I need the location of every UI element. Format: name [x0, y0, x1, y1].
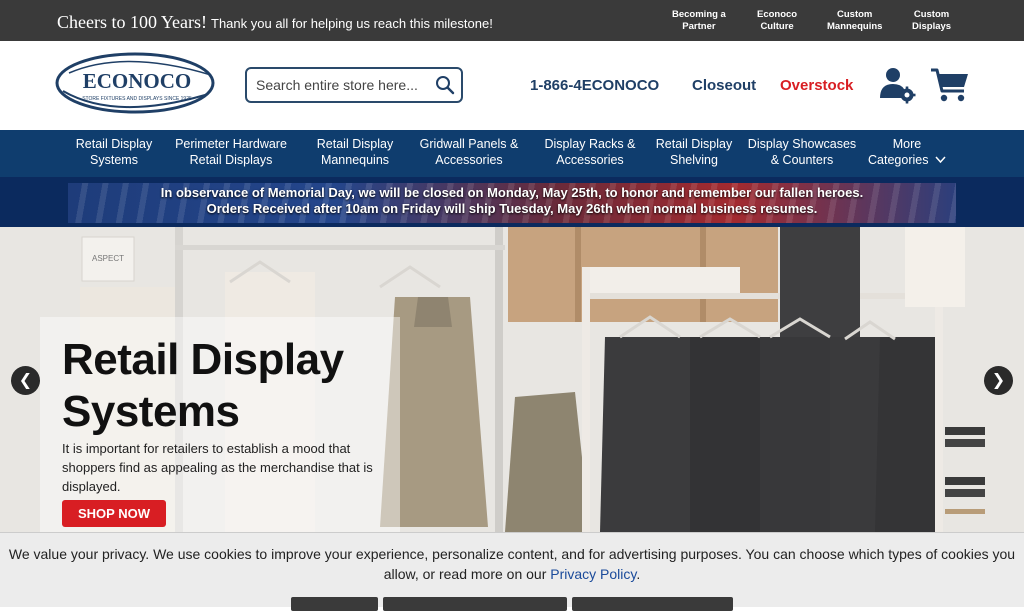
top-link-culture[interactable]: Econoco Culture	[757, 9, 797, 33]
logo-wordmark: ECONOCO	[83, 69, 192, 93]
nav-label: Retail Display	[316, 137, 394, 151]
holiday-closure-banner: In observance of Memorial Day, we will b…	[0, 177, 1024, 227]
site-header: ECONOCO STORE FIXTURES AND DISPLAYS SINC…	[0, 41, 1024, 130]
search-input[interactable]	[256, 75, 436, 95]
announcement-bar: Cheers to 100 Years! Thank you all for he…	[0, 0, 1024, 41]
top-link-partner-line2: Partner	[682, 21, 716, 32]
top-link-custom-mannequins[interactable]: Custom Mannequins	[827, 9, 882, 33]
logo-swoosh-graphic: ECONOCO STORE FIXTURES AND DISPLAYS SINC…	[55, 52, 215, 114]
nav-label: Accessories	[556, 153, 624, 167]
nav-mannequins[interactable]: Retail Display Mannequins	[312, 136, 398, 168]
nav-label: Display Showcases	[747, 137, 857, 151]
nav-label: Retail Displays	[189, 153, 273, 167]
top-link-culture-line1: Econoco	[757, 9, 798, 20]
top-link-mannequins-line2: Mannequins	[827, 21, 883, 32]
top-link-custom-displays[interactable]: Custom Displays	[912, 9, 951, 33]
nav-showcases-counters[interactable]: Display Showcases & Counters	[742, 136, 862, 168]
nav-label: More	[892, 137, 922, 151]
cookie-button-2[interactable]	[383, 597, 567, 611]
privacy-policy-link[interactable]: Privacy Policy	[550, 566, 636, 582]
hero-carousel: ASPECT Retail Display Systems It is impo…	[0, 227, 1024, 532]
cookie-button-3[interactable]	[572, 597, 733, 611]
nav-retail-display-systems[interactable]: Retail Display Systems	[72, 136, 156, 168]
nav-label: Retail Display	[655, 137, 733, 151]
cookie-button-1[interactable]	[291, 597, 378, 611]
top-link-mannequins-line1: Custom	[837, 9, 873, 20]
econoco-logo[interactable]: ECONOCO STORE FIXTURES AND DISPLAYS SINC…	[55, 51, 217, 115]
chevron-down-icon	[935, 156, 946, 164]
nav-label: Systems	[90, 153, 138, 167]
top-link-partner-line1: Becoming a	[672, 9, 726, 20]
search-box	[245, 67, 463, 103]
nav-label: Retail Display	[75, 137, 153, 151]
shop-now-button[interactable]: SHOP NOW	[62, 500, 166, 527]
holiday-notice-line2: Orders Received after 10am on Friday wil…	[206, 201, 818, 216]
logo-tagline: STORE FIXTURES AND DISPLAYS SINCE 1925	[82, 96, 192, 102]
carousel-next-arrow-icon[interactable]: ❯	[984, 366, 1013, 395]
nav-shelving[interactable]: Retail Display Shelving	[650, 136, 738, 168]
nav-label: Mannequins	[320, 153, 390, 167]
overstock-link[interactable]: Overstock	[780, 77, 853, 94]
nav-label: Display Racks &	[544, 137, 636, 151]
cookie-message-period: .	[636, 566, 641, 582]
nav-label: Shelving	[670, 153, 718, 167]
nav-label: Gridwall Panels &	[419, 137, 519, 151]
nav-more-categories[interactable]: More Categories	[862, 136, 952, 168]
hero-title-line1: Retail Display	[62, 335, 344, 384]
closeout-link[interactable]: Closeout	[692, 77, 756, 94]
top-link-partner[interactable]: Becoming a Partner	[672, 9, 726, 33]
holiday-notice-line1: In observance of Memorial Day, we will b…	[160, 185, 864, 200]
search-icon[interactable]	[435, 75, 455, 95]
cookie-consent-bar: We value your privacy. We use cookies to…	[0, 532, 1024, 611]
nav-label: & Counters	[770, 153, 834, 167]
nav-perimeter-hardware[interactable]: Perimeter Hardware Retail Displays	[166, 136, 296, 168]
top-link-displays-line1: Custom	[913, 9, 950, 20]
cookie-message: We value your privacy. We use cookies to…	[8, 544, 1016, 584]
nav-label: Categories	[868, 153, 929, 167]
nav-label: Accessories	[435, 153, 503, 167]
top-link-culture-line2: Culture	[760, 21, 794, 32]
hero-title-line2: Systems	[62, 387, 240, 436]
top-link-displays-line2: Displays	[912, 21, 952, 32]
nav-display-racks[interactable]: Display Racks & Accessories	[537, 136, 643, 168]
hero-title: Retail Display Systems	[62, 334, 344, 438]
shopping-cart-icon[interactable]	[930, 67, 970, 103]
phone-number-link[interactable]: 1-866-4ECONOCO	[530, 77, 659, 94]
nav-label: Perimeter Hardware	[175, 137, 287, 151]
hero-description: It is important for retailers to establi…	[62, 441, 373, 494]
nav-gridwall-panels[interactable]: Gridwall Panels & Accessories	[412, 136, 526, 168]
hero-sign-text: ASPECT	[92, 254, 124, 263]
cookie-message-text: We value your privacy. We use cookies to…	[8, 546, 1016, 582]
account-settings-icon[interactable]	[879, 66, 917, 104]
carousel-prev-arrow-icon[interactable]: ❮	[11, 366, 40, 395]
main-navigation: Retail Display Systems Perimeter Hardware…	[0, 130, 1024, 177]
